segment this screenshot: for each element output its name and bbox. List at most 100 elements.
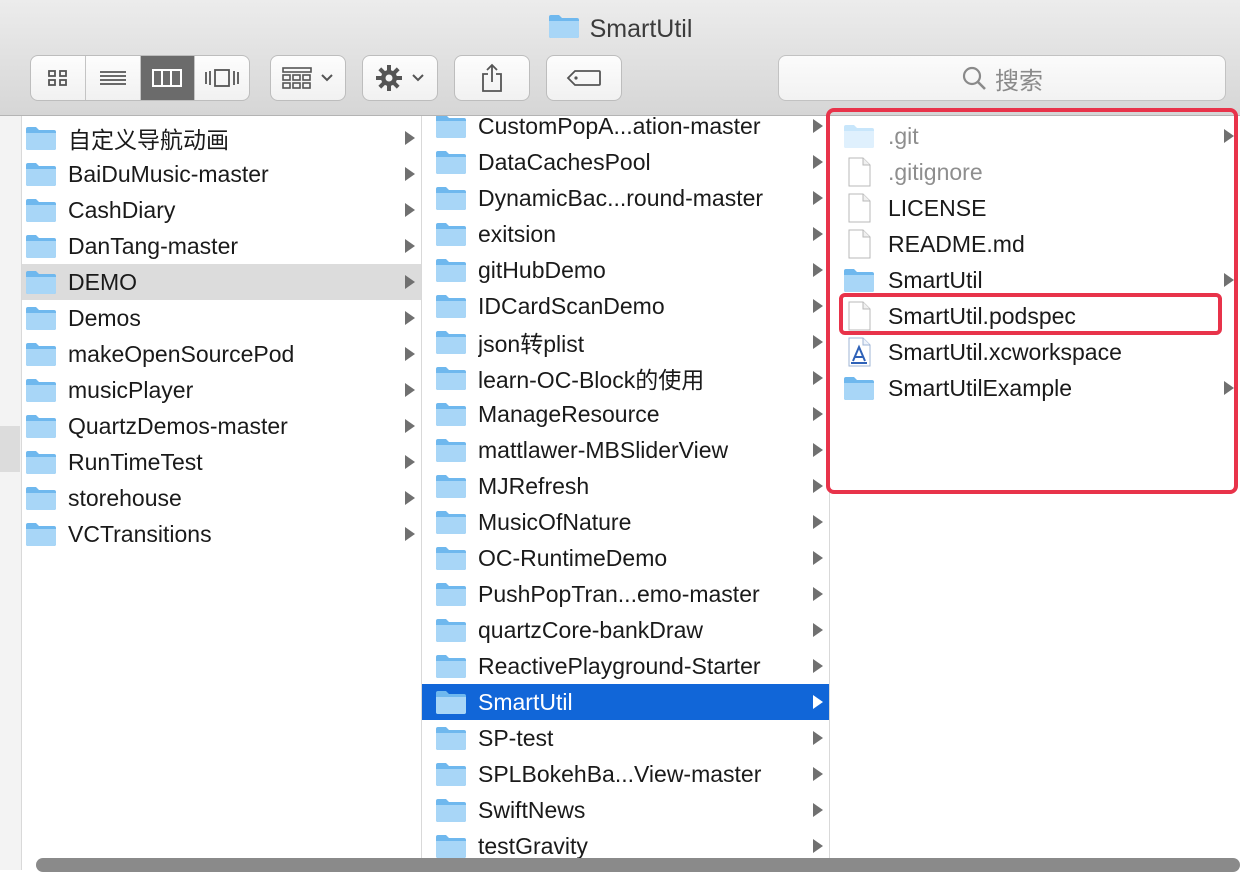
window-title: SmartUtil: [0, 12, 1240, 46]
folder-icon: [24, 268, 58, 296]
window-title-text: SmartUtil: [589, 14, 693, 43]
item-name: learn-OC-Block的使用: [478, 367, 705, 393]
file-row[interactable]: SmartUtil.podspec: [830, 298, 1240, 334]
disclosure-arrow-icon: [813, 659, 823, 673]
folder-row[interactable]: json转plist: [422, 324, 829, 360]
disclosure-arrow-icon: [813, 623, 823, 637]
folder-icon: [434, 616, 468, 644]
folder-row[interactable]: Demos: [22, 300, 421, 336]
folder-icon: [434, 364, 468, 392]
folder-row[interactable]: RunTimeTest: [22, 444, 421, 480]
disclosure-arrow-icon: [813, 731, 823, 745]
folder-row[interactable]: OC-RuntimeDemo: [422, 540, 829, 576]
finder-toolbar: SmartUtil 搜索: [0, 0, 1240, 116]
item-name: .gitignore: [888, 158, 983, 185]
browser-column-3[interactable]: .git .gitignore LICENSE README.md SmartUtil S…: [830, 116, 1240, 870]
folder-row[interactable]: 自定义导航动画: [22, 120, 421, 156]
disclosure-arrow-icon: [813, 767, 823, 781]
folder-row[interactable]: musicPlayer: [22, 372, 421, 408]
folder-row[interactable]: storehouse: [22, 480, 421, 516]
folder-icon: [24, 412, 58, 440]
disclosure-arrow-icon: [405, 455, 415, 469]
folder-row[interactable]: SmartUtil: [422, 684, 829, 720]
list-view-button[interactable]: [86, 56, 141, 100]
folder-row[interactable]: makeOpenSourcePod: [22, 336, 421, 372]
cover-flow-view-button[interactable]: [195, 56, 249, 100]
folder-row[interactable]: DanTang-master: [22, 228, 421, 264]
item-name: DEMO: [68, 268, 137, 295]
file-row[interactable]: .gitignore: [830, 154, 1240, 190]
folder-row[interactable]: mattlawer-MBSliderView: [422, 432, 829, 468]
folder-row[interactable]: QuartzDemos-master: [22, 408, 421, 444]
file-row[interactable]: LICENSE: [830, 190, 1240, 226]
item-name: SP-test: [478, 724, 554, 751]
folder-row[interactable]: SmartUtilExample: [830, 370, 1240, 406]
browser-column-1[interactable]: 自定义导航动画 BaiDuMusic-master CashDiary DanTang…: [22, 116, 422, 870]
search-icon: [962, 66, 986, 90]
folder-row[interactable]: MJRefresh: [422, 468, 829, 504]
folder-row[interactable]: MusicOfNature: [422, 504, 829, 540]
item-name: SPLBokehBa...View-master: [478, 760, 762, 787]
folder-icon: [434, 148, 468, 176]
disclosure-arrow-icon: [405, 131, 415, 145]
folder-row[interactable]: VCTransitions: [22, 516, 421, 552]
disclosure-arrow-icon: [813, 227, 823, 241]
folder-icon: [434, 400, 468, 428]
arrange-grid-icon: [282, 67, 312, 89]
folder-icon: [24, 124, 58, 152]
item-name: CustomPopA...ation-master: [478, 116, 761, 139]
column-view-button[interactable]: [140, 56, 196, 100]
folder-icon: [24, 520, 58, 548]
document-icon: [842, 229, 876, 259]
folder-row[interactable]: DEMO: [22, 264, 421, 300]
disclosure-arrow-icon: [405, 383, 415, 397]
folder-row[interactable]: gitHubDemo: [422, 252, 829, 288]
disclosure-arrow-icon: [813, 479, 823, 493]
folder-row[interactable]: CashDiary: [22, 192, 421, 228]
folder-row[interactable]: SPLBokehBa...View-master: [422, 756, 829, 792]
search-field[interactable]: 搜索: [778, 55, 1226, 101]
item-name: SwiftNews: [478, 796, 586, 823]
item-name: storehouse: [68, 484, 182, 511]
icon-view-button[interactable]: [31, 56, 86, 100]
disclosure-arrow-icon: [813, 839, 823, 853]
folder-row[interactable]: BaiDuMusic-master: [22, 156, 421, 192]
folder-row[interactable]: CustomPopA...ation-master: [422, 116, 829, 144]
previous-column-edge[interactable]: [0, 116, 22, 870]
folder-row[interactable]: SwiftNews: [422, 792, 829, 828]
file-row[interactable]: README.md: [830, 226, 1240, 262]
folder-icon: [434, 508, 468, 536]
folder-row[interactable]: ReactivePlayground-Starter: [422, 648, 829, 684]
browser-column-2[interactable]: CustomPopA...ation-master DataCachesPool D…: [422, 116, 830, 870]
folder-row[interactable]: learn-OC-Block的使用: [422, 360, 829, 396]
item-name: Demos: [68, 304, 141, 331]
document-icon: [842, 301, 876, 331]
disclosure-arrow-icon: [405, 239, 415, 253]
file-row[interactable]: SmartUtil.xcworkspace: [830, 334, 1240, 370]
previous-column-selection: [0, 426, 20, 472]
disclosure-arrow-icon: [405, 347, 415, 361]
disclosure-arrow-icon: [405, 311, 415, 325]
chevron-down-icon: [412, 74, 424, 82]
folder-row[interactable]: SP-test: [422, 720, 829, 756]
disclosure-arrow-icon: [813, 407, 823, 421]
list-view-icon: [99, 71, 126, 85]
arrange-button[interactable]: [270, 55, 346, 101]
folder-row[interactable]: exitsion: [422, 216, 829, 252]
folder-row[interactable]: quartzCore-bankDraw: [422, 612, 829, 648]
folder-row[interactable]: PushPopTran...emo-master: [422, 576, 829, 612]
disclosure-arrow-icon: [813, 515, 823, 529]
item-name: OC-RuntimeDemo: [478, 544, 668, 571]
item-name: LICENSE: [888, 194, 987, 221]
folder-row[interactable]: IDCardScanDemo: [422, 288, 829, 324]
folder-row[interactable]: SmartUtil: [830, 262, 1240, 298]
item-name: testGravity: [478, 832, 588, 859]
item-name: SmartUtil.xcworkspace: [888, 338, 1122, 365]
folder-row[interactable]: DynamicBac...round-master: [422, 180, 829, 216]
share-button[interactable]: [454, 55, 530, 101]
tag-button[interactable]: [546, 55, 622, 101]
action-button[interactable]: [362, 55, 438, 101]
folder-row[interactable]: .git: [830, 118, 1240, 154]
folder-row[interactable]: DataCachesPool: [422, 144, 829, 180]
folder-row[interactable]: ManageResource: [422, 396, 829, 432]
